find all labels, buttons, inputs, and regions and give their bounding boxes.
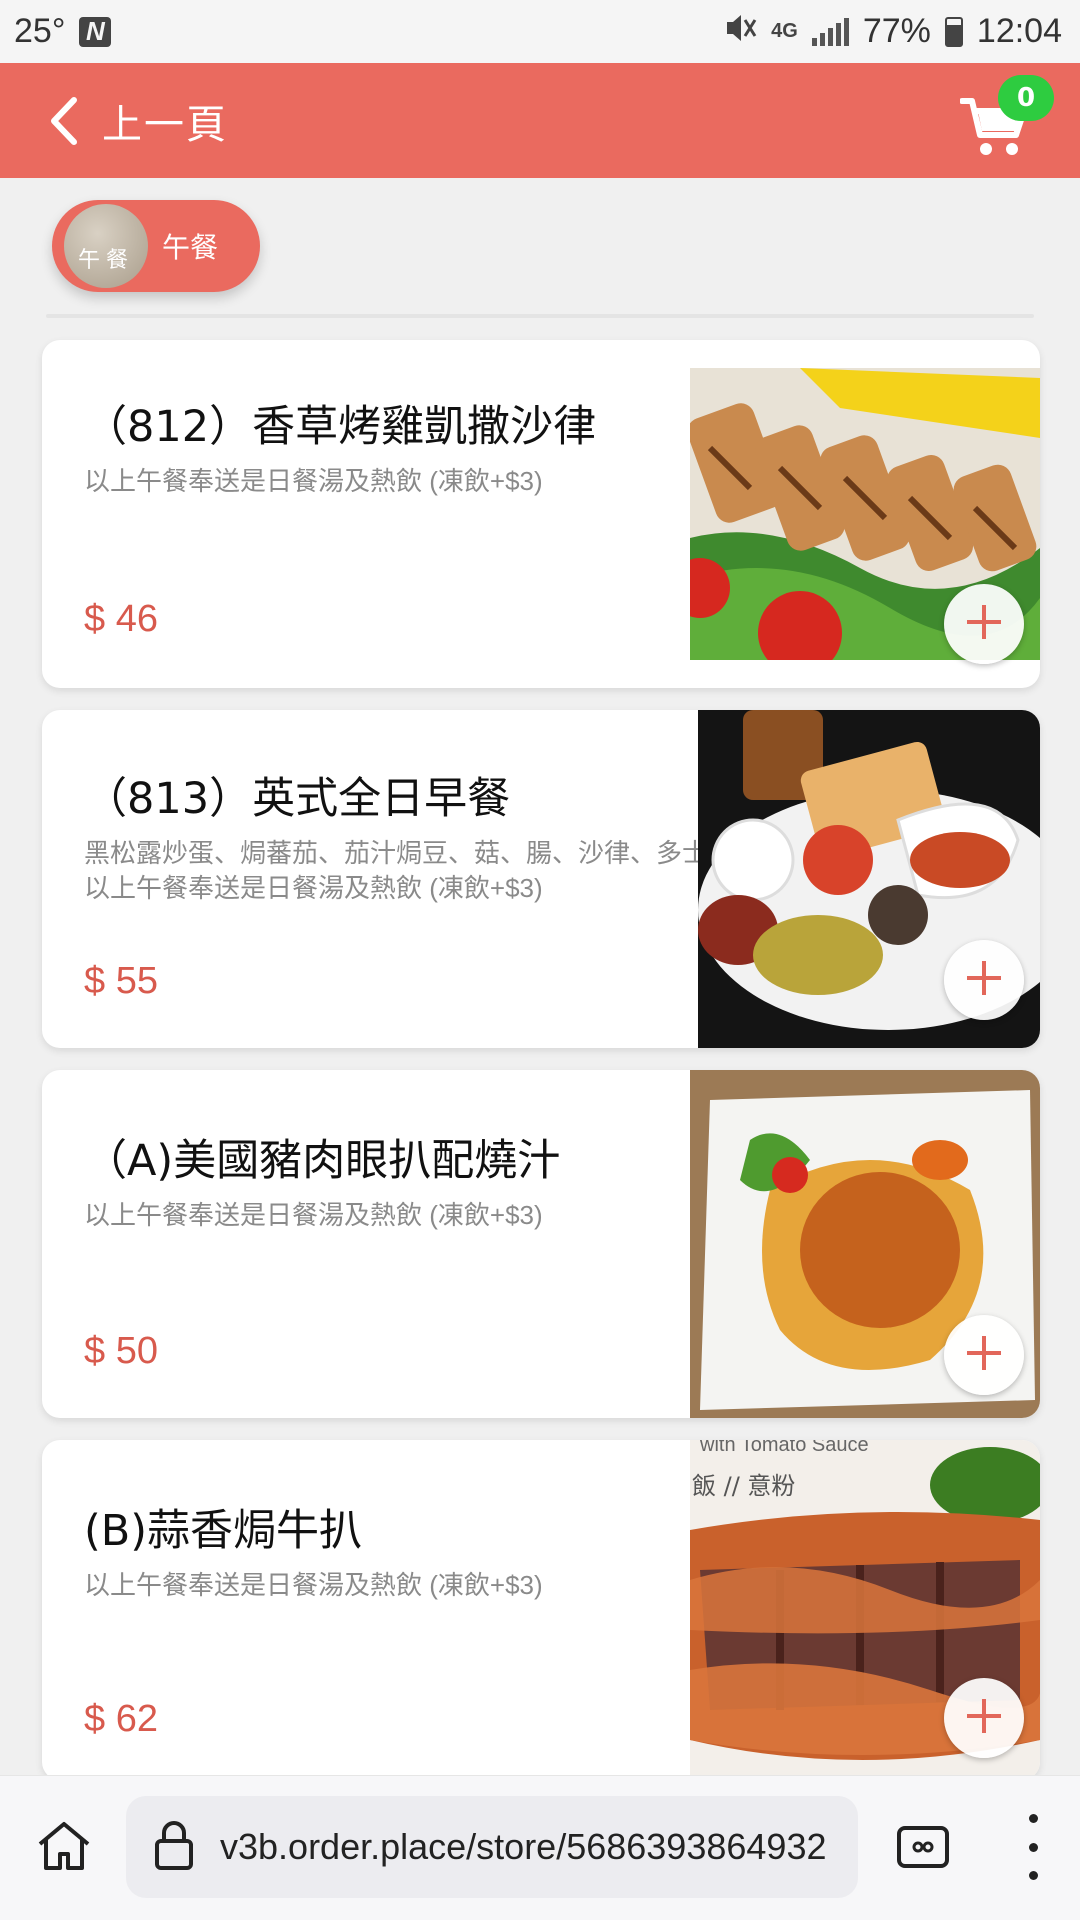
more-options-button[interactable] (1018, 1814, 1048, 1880)
app-header: 上一頁 0 (0, 63, 1080, 178)
plus-icon (964, 602, 1004, 646)
address-bar[interactable]: v3b.order.place/store/5686393864932 (126, 1796, 858, 1898)
item-name: （A)美國豬肉眼扒配燒汁 (84, 1136, 561, 1186)
browser-toolbar: v3b.order.place/store/5686393864932 (0, 1775, 1080, 1920)
add-to-cart-button[interactable] (944, 940, 1024, 1020)
item-name: (B)蒜香焗牛扒 (84, 1506, 363, 1556)
more-icon-dot (1028, 1871, 1038, 1880)
add-to-cart-button[interactable] (944, 1678, 1024, 1758)
plus-icon (964, 958, 1004, 1002)
menu-item-card[interactable]: （812）香草烤雞凱撒沙律 以上午餐奉送是日餐湯及熱飲 (凍飲+$3) $ 46 (42, 340, 1040, 688)
item-name: （813）英式全日早餐 (84, 774, 511, 824)
category-label: 午餐 (162, 231, 219, 264)
card-text: （A)美國豬肉眼扒配燒汁 以上午餐奉送是日餐湯及熱飲 (凍飲+$3) (84, 1126, 704, 1233)
cart-button[interactable]: 0 (960, 74, 1054, 161)
menu-item-card[interactable]: (B)蒜香焗牛扒 以上午餐奉送是日餐湯及熱飲 (凍飲+$3) $ 62 with… (42, 1440, 1040, 1780)
divider (46, 314, 1034, 318)
status-bar: 25° N 4G 77% 12:04 (0, 0, 1080, 63)
item-price: $ 50 (84, 1330, 158, 1372)
item-description: 以上午餐奉送是日餐湯及熱飲 (凍飲+$3) (84, 1570, 543, 1600)
item-name: （812）香草烤雞凱撒沙律 (84, 402, 597, 452)
add-to-cart-button[interactable] (944, 584, 1024, 664)
signal-icon (811, 17, 849, 46)
back-icon (48, 96, 78, 146)
plus-icon (964, 1333, 1004, 1377)
home-button[interactable] (34, 1816, 94, 1876)
more-icon-dot (1028, 1842, 1038, 1852)
nfc-icon: N (79, 16, 112, 47)
category-thumbnail: 午餐 (64, 204, 148, 288)
mute-icon (723, 12, 757, 51)
back-button[interactable]: 上一頁 (48, 92, 228, 150)
battery-icon (944, 16, 963, 47)
category-bar: 午餐 午餐 (0, 178, 1080, 318)
cart-count-badge: 0 (998, 74, 1054, 121)
card-text: (B)蒜香焗牛扒 以上午餐奉送是日餐湯及熱飲 (凍飲+$3) (84, 1496, 704, 1603)
plus-icon (964, 1696, 1004, 1740)
battery-percent: 77% (862, 12, 931, 50)
item-description: 黑松露炒蛋、焗蕃茄、茄汁焗豆、菇、腸、沙律、多士以上午餐奉送是日餐湯及熱飲 (凍… (84, 838, 709, 903)
card-text: （812）香草烤雞凱撒沙律 以上午餐奉送是日餐湯及熱飲 (凍飲+$3) (84, 392, 704, 499)
item-price: $ 55 (84, 960, 158, 1002)
lock-icon (154, 1819, 194, 1875)
temperature: 25° (14, 12, 66, 50)
category-chip-lunch[interactable]: 午餐 午餐 (52, 200, 260, 292)
home-icon (34, 1822, 94, 1880)
status-left: 25° N (14, 12, 112, 51)
url-text: v3b.order.place/store/5686393864932 (220, 1826, 827, 1867)
back-label: 上一頁 (102, 101, 228, 148)
network-label: 4G (771, 20, 798, 42)
item-price: $ 46 (84, 598, 158, 640)
menu-item-card[interactable]: （A)美國豬肉眼扒配燒汁 以上午餐奉送是日餐湯及熱飲 (凍飲+$3) $ 50 (42, 1070, 1040, 1418)
menu-item-card[interactable]: （813）英式全日早餐 黑松露炒蛋、焗蕃茄、茄汁焗豆、菇、腸、沙律、多士以上午餐… (42, 710, 1040, 1048)
status-right: 4G 77% 12:04 (723, 12, 1062, 51)
clock: 12:04 (976, 12, 1062, 50)
item-description: 以上午餐奉送是日餐湯及熱飲 (凍飲+$3) (84, 1200, 543, 1230)
card-text: （813）英式全日早餐 黑松露炒蛋、焗蕃茄、茄汁焗豆、菇、腸、沙律、多士以上午餐… (84, 764, 714, 906)
add-to-cart-button[interactable] (944, 1315, 1024, 1395)
tabs-button[interactable] (896, 1820, 950, 1874)
image-caption: 飯 // 意粉 (692, 1472, 796, 1500)
tabs-icon (896, 1826, 950, 1878)
item-price: $ 62 (84, 1698, 158, 1740)
item-description: 以上午餐奉送是日餐湯及熱飲 (凍飲+$3) (84, 466, 543, 496)
image-caption: with Tomato Sauce (700, 1440, 869, 1456)
more-icon-dot (1028, 1814, 1038, 1823)
